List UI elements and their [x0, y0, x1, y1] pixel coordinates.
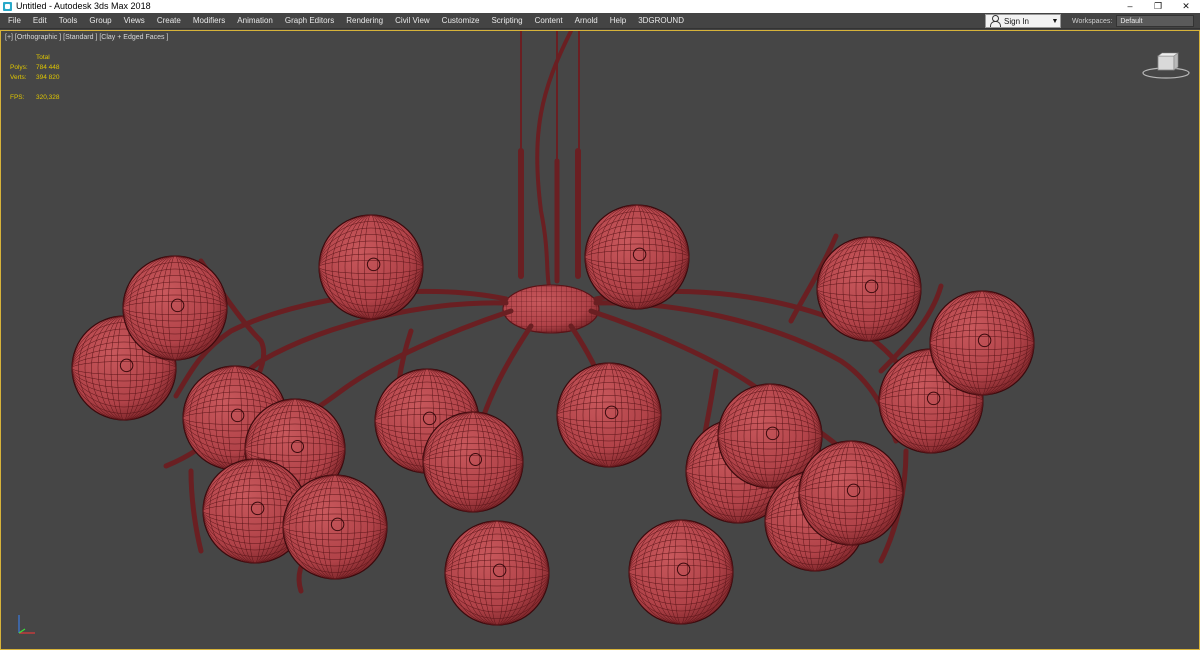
- chandelier-spheres: [71, 204, 1035, 626]
- window-title: Untitled - Autodesk 3ds Max 2018: [16, 1, 151, 11]
- fps-value: 320,328: [36, 94, 60, 101]
- glass-sphere: [584, 204, 690, 310]
- menu-customize[interactable]: Customize: [436, 13, 486, 29]
- menu-civil-view[interactable]: Civil View: [389, 13, 436, 29]
- workspaces-selector: Workspaces: Default: [1072, 13, 1195, 29]
- sphere-surface: [628, 519, 734, 625]
- menu-modifiers[interactable]: Modifiers: [187, 13, 231, 29]
- menu-graph-editors[interactable]: Graph Editors: [279, 13, 340, 29]
- menu-help[interactable]: Help: [604, 13, 632, 29]
- workspaces-dropdown[interactable]: Default: [1116, 15, 1195, 27]
- chevron-down-icon: ▼: [1051, 17, 1059, 25]
- sphere-surface: [282, 474, 388, 580]
- sphere-surface: [816, 236, 922, 342]
- glass-sphere: [929, 290, 1035, 396]
- chandelier-hub-mesh: [502, 284, 600, 334]
- menu-rendering[interactable]: Rendering: [340, 13, 389, 29]
- window-controls: – ❐ ✕: [1116, 0, 1200, 13]
- glass-sphere: [282, 474, 388, 580]
- menu-3dground[interactable]: 3DGROUND: [632, 13, 690, 29]
- verts-label: Verts:: [10, 74, 27, 81]
- scene-statistics: Total Polys: 784 448 Verts: 394 820 FPS: 32…: [10, 53, 76, 103]
- menu-create[interactable]: Create: [151, 13, 187, 29]
- verts-value: 394 820: [36, 74, 60, 81]
- glass-sphere: [122, 255, 228, 361]
- viewport-label[interactable]: [+] [Orthographic ] [Standard ] [Clay + …: [5, 34, 168, 41]
- polys-label: Polys:: [10, 64, 28, 71]
- menu-group[interactable]: Group: [83, 13, 117, 29]
- sign-in-dropdown[interactable]: Sign In ▼: [985, 14, 1061, 28]
- chandelier-arm: [188, 468, 204, 554]
- sphere-surface: [798, 440, 904, 546]
- sphere-surface: [422, 411, 524, 513]
- sphere-surface: [444, 520, 550, 626]
- glass-sphere: [318, 214, 424, 320]
- menu-tools[interactable]: Tools: [53, 13, 84, 29]
- sphere-surface: [556, 362, 662, 468]
- 3dsmax-app-icon: [3, 2, 12, 11]
- glass-sphere: [816, 236, 922, 342]
- glass-sphere: [798, 440, 904, 546]
- glass-sphere: [444, 520, 550, 626]
- menu-items: File Edit Tools Group Views Create Modifiers An…: [0, 13, 690, 29]
- workspaces-label: Workspaces:: [1072, 17, 1113, 25]
- glass-sphere: [628, 519, 734, 625]
- close-button[interactable]: ✕: [1172, 0, 1200, 13]
- fps-label: FPS:: [10, 94, 25, 101]
- restore-button[interactable]: ❐: [1144, 0, 1172, 13]
- menu-content[interactable]: Content: [529, 13, 569, 29]
- sign-in-label: Sign In: [1004, 16, 1029, 26]
- menu-edit[interactable]: Edit: [27, 13, 53, 29]
- menu-animation[interactable]: Animation: [231, 13, 279, 29]
- sphere-surface: [929, 290, 1035, 396]
- sphere-surface: [584, 204, 690, 310]
- sphere-surface: [122, 255, 228, 361]
- menu-views[interactable]: Views: [118, 13, 151, 29]
- axis-tripod-icon: [18, 615, 35, 634]
- user-icon: [989, 15, 1001, 27]
- chandelier-model[interactable]: [1, 31, 1199, 649]
- minimize-button[interactable]: –: [1116, 0, 1144, 13]
- polys-value: 784 448: [36, 64, 60, 71]
- title-bar: Untitled - Autodesk 3ds Max 2018 – ❐ ✕: [0, 0, 1200, 13]
- glass-sphere: [422, 411, 524, 513]
- viewcube-icon[interactable]: [1141, 51, 1191, 81]
- viewport-orthographic[interactable]: [+] [Orthographic ] [Standard ] [Clay + …: [0, 30, 1200, 650]
- sphere-surface: [318, 214, 424, 320]
- menu-arnold[interactable]: Arnold: [569, 13, 604, 29]
- cable: [535, 31, 573, 288]
- menu-bar: File Edit Tools Group Views Create Modifiers An…: [0, 13, 1200, 29]
- stats-header: Total: [36, 54, 50, 61]
- menu-scripting[interactable]: Scripting: [485, 13, 528, 29]
- glass-sphere: [556, 362, 662, 468]
- menu-file[interactable]: File: [2, 13, 27, 29]
